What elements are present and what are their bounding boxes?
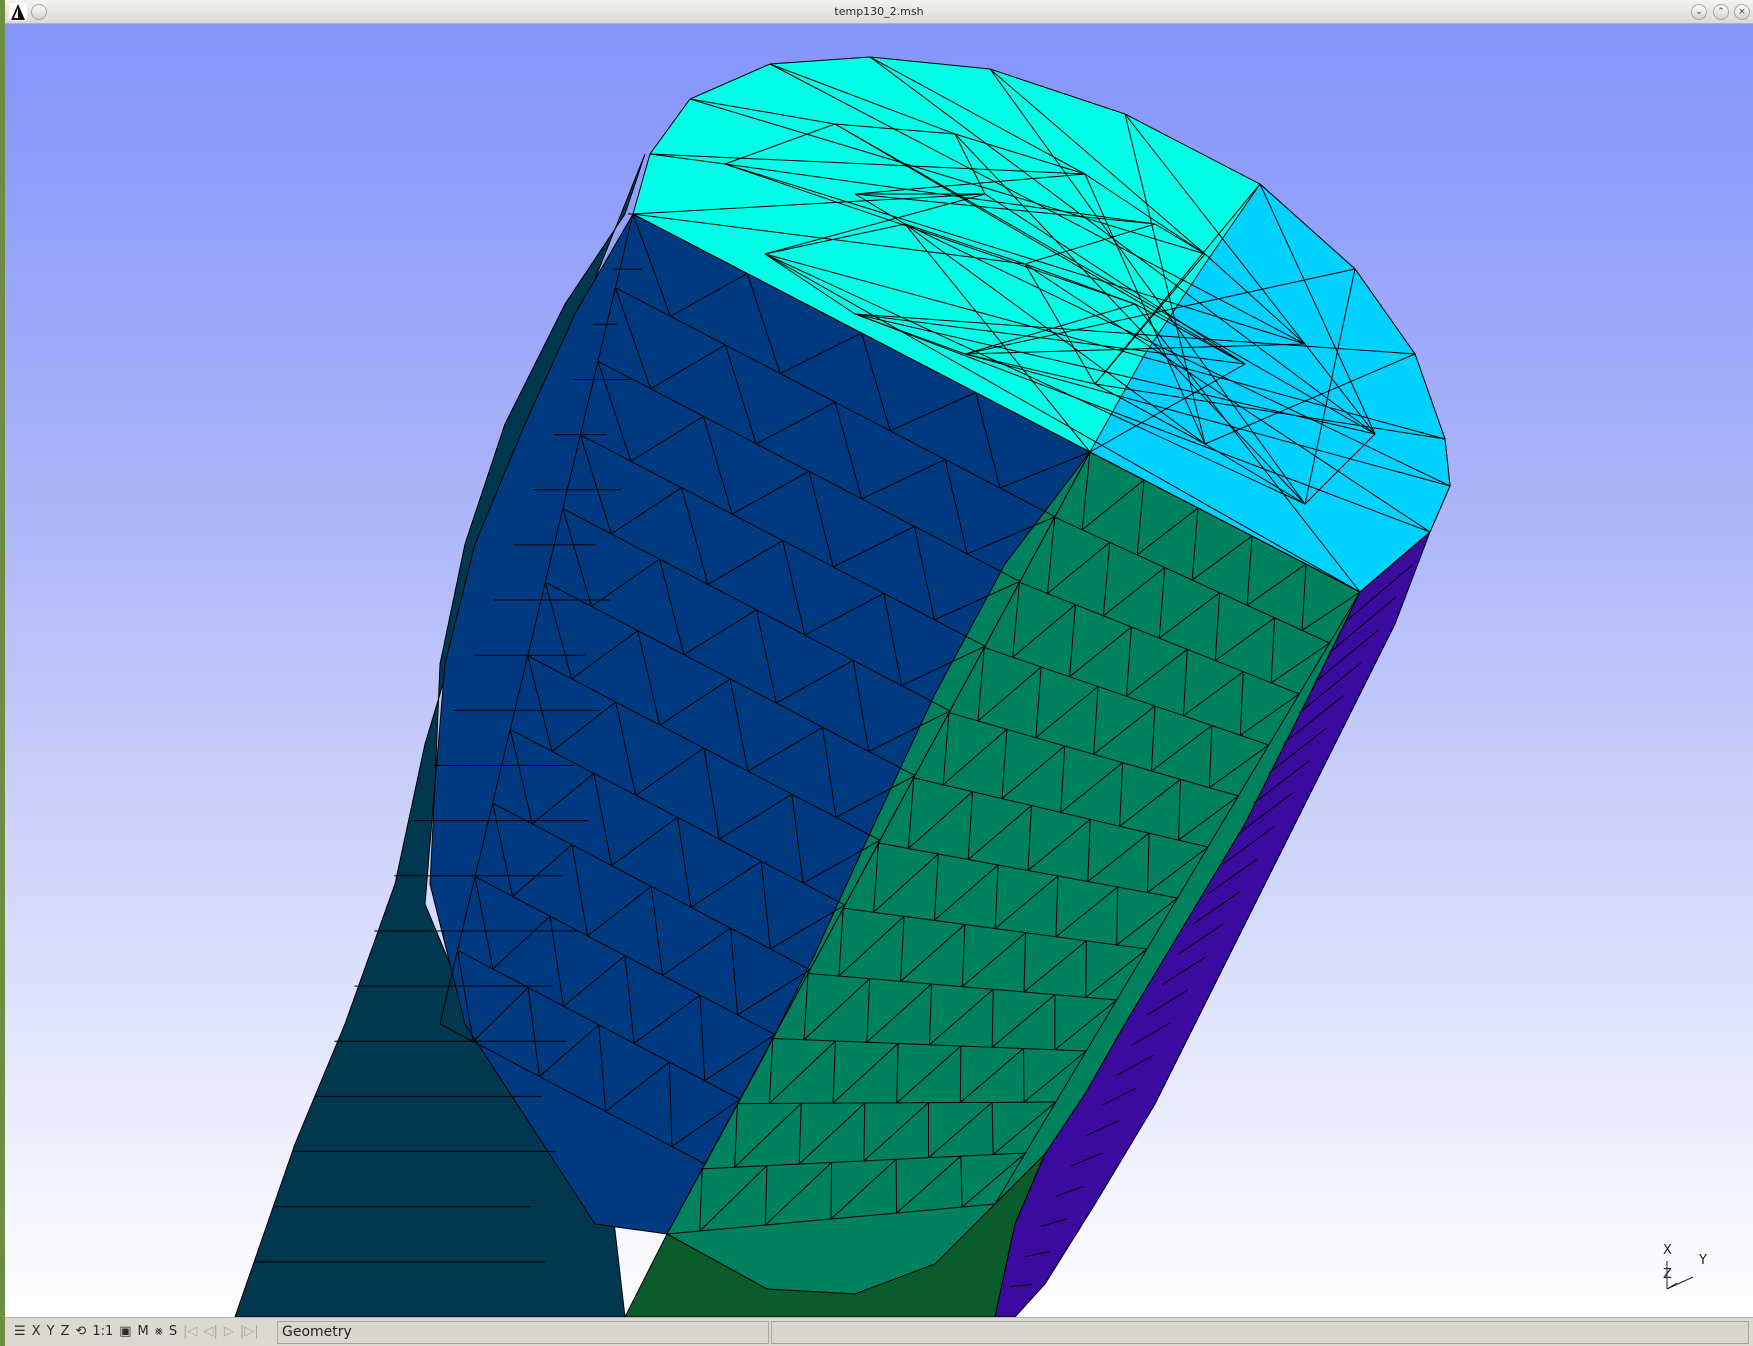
menu-icon[interactable]: ☰: [11, 1322, 29, 1344]
chevron-down-icon: ⌄: [1695, 7, 1703, 17]
3d-viewport[interactable]: X Y Z: [5, 24, 1753, 1317]
z-view-button[interactable]: Z: [58, 1322, 73, 1344]
close-button[interactable]: ×: [1734, 4, 1750, 20]
minimize-button[interactable]: ⌄: [1691, 4, 1707, 20]
window-title: temp130_2.msh: [834, 5, 924, 18]
application-window: temp130_2.msh ⌄ ⌃ × X Y Z ☰ X Y Z ⟲ 1:1 …: [0, 0, 1753, 1346]
axes-indicator: X Y Z: [1653, 1243, 1733, 1297]
y-view-button[interactable]: Y: [44, 1322, 58, 1344]
rotate-icon[interactable]: ⟲: [72, 1322, 89, 1344]
axis-label-z: Z: [1663, 1267, 1672, 1282]
play-icon[interactable]: ▷: [221, 1322, 237, 1344]
status-message-secondary: [771, 1321, 1749, 1344]
prev-step-icon[interactable]: ◁|: [200, 1322, 220, 1344]
title-bar[interactable]: temp130_2.msh ⌄ ⌃ ×: [5, 0, 1753, 24]
axis-label-y: Y: [1699, 1253, 1707, 1268]
scale-one-button[interactable]: 1:1: [89, 1322, 116, 1344]
mesh-button[interactable]: M: [135, 1322, 152, 1344]
maximize-button[interactable]: ⌃: [1713, 4, 1729, 20]
status-bar: ☰ X Y Z ⟲ 1:1 ▣ M ⨳ S |◁ ◁| ▷ |▷| Geometry: [5, 1317, 1753, 1346]
axis-label-x: X: [1663, 1243, 1672, 1258]
select-button[interactable]: S: [166, 1322, 180, 1344]
projection-icon[interactable]: ▣: [116, 1322, 134, 1344]
chevron-up-icon: ⌃: [1717, 7, 1725, 17]
mesh-render[interactable]: [5, 24, 1753, 1317]
close-icon: ×: [1738, 7, 1746, 17]
x-view-button[interactable]: X: [29, 1322, 44, 1344]
toolbar-buttons: ☰ X Y Z ⟲ 1:1 ▣ M ⨳ S |◁ ◁| ▷ |▷|: [11, 1322, 262, 1344]
first-step-icon[interactable]: |◁: [180, 1322, 200, 1344]
status-message: Geometry: [277, 1321, 769, 1344]
last-step-icon[interactable]: |▷|: [237, 1322, 262, 1344]
axes-icon[interactable]: ⨳: [152, 1322, 166, 1344]
